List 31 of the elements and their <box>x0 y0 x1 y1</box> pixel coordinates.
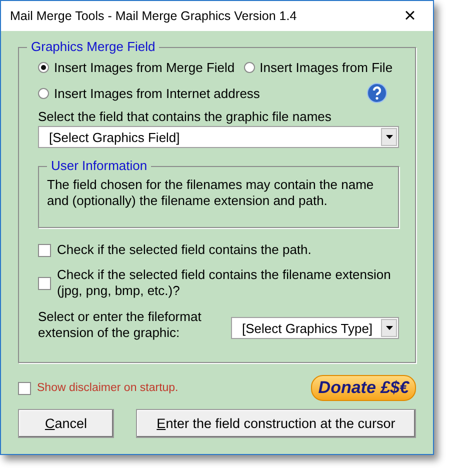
radio-button[interactable] <box>38 62 49 73</box>
checkbox[interactable] <box>38 276 51 290</box>
field-label: Select the field that contains the graphic file names <box>38 109 332 124</box>
push-button[interactable]: Cancel <box>18 409 114 438</box>
radio-label[interactable]: Insert Images from Merge Field <box>54 60 235 75</box>
radio-label[interactable]: Insert Images from Internet address <box>54 86 260 100</box>
caret-icon <box>386 326 392 330</box>
caret-icon <box>386 135 392 139</box>
radio-button[interactable] <box>244 62 255 73</box>
dropdown-button[interactable] <box>381 128 397 146</box>
combo-value: [Select Graphics Type] <box>241 320 374 336</box>
window-title: Mail Merge Tools - Mail Merge Graphics Version 1.4 <box>10 9 298 23</box>
format-label: Select or enter the fileformat extension of the graphic: <box>38 309 202 341</box>
combo-value: [Select Graphics Field] <box>48 130 181 144</box>
group-title: Graphics Merge Field <box>27 39 160 54</box>
donate-button[interactable]: Donate £$€ <box>311 375 416 401</box>
checkbox[interactable] <box>38 244 51 256</box>
dropdown-button[interactable] <box>381 319 397 337</box>
group-title: User Information <box>47 158 152 173</box>
help-icon[interactable] <box>367 83 387 103</box>
radio-label[interactable]: Insert Images from File <box>260 60 393 75</box>
checkbox[interactable] <box>18 382 31 394</box>
checkbox-label: Check if the selected field contains the filename extension (jpg, png, bmp, etc.)? <box>57 267 392 299</box>
radio-button[interactable] <box>38 88 49 98</box>
close-button[interactable]: × <box>387 4 433 28</box>
checkbox-label: Show disclaimer on startup. <box>37 381 178 396</box>
info-text: The field chosen for the filenames may contain the name and (optionally) the filename extension and path. <box>47 177 375 209</box>
push-button[interactable]: Enter the field construction at the cursor <box>136 409 416 438</box>
combo-box[interactable]: [Select Graphics Field] <box>38 126 399 148</box>
combo-box[interactable]: [Select Graphics Type] <box>231 317 399 339</box>
checkbox-label: Check if the selected field contains the path. <box>57 242 312 258</box>
